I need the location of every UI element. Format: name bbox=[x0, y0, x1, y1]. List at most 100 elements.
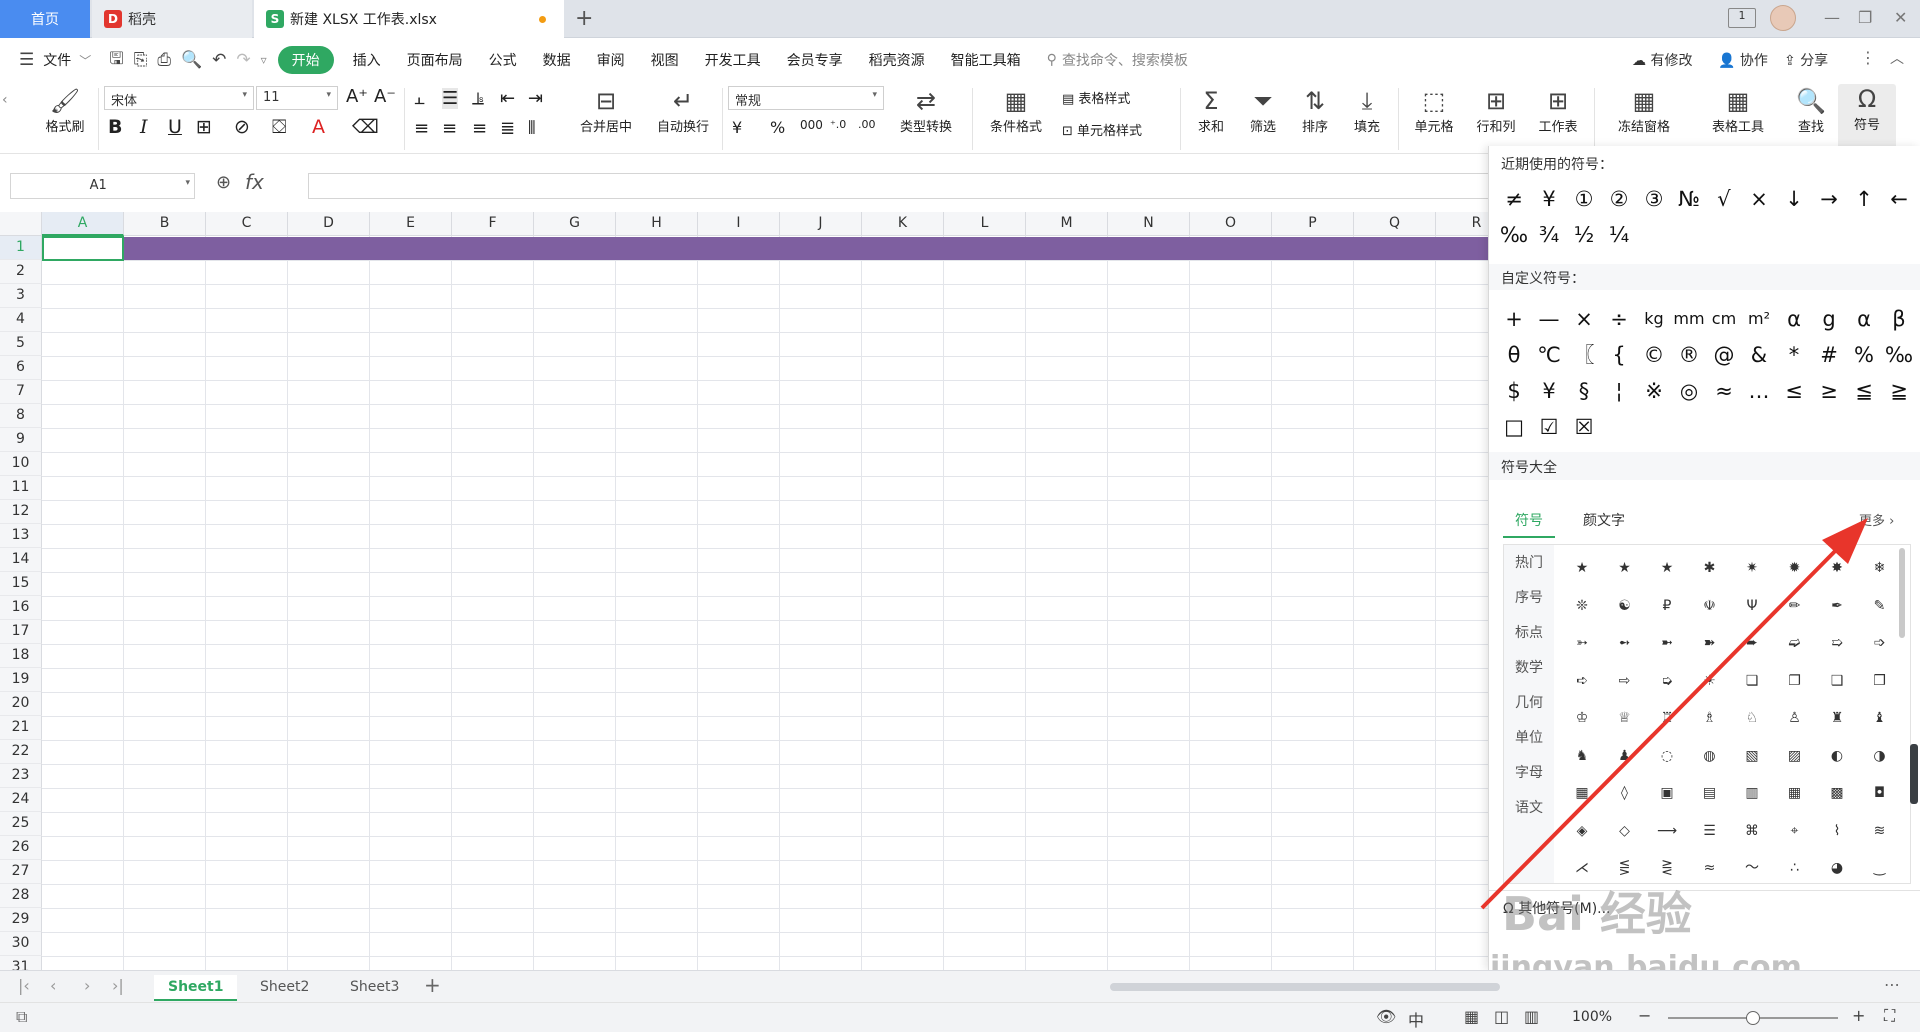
worksheet-button[interactable]: ⊞ 工作表 bbox=[1530, 86, 1586, 135]
symbol-item[interactable]: 〖 bbox=[1567, 338, 1601, 372]
align-right-icon[interactable]: ≡ bbox=[472, 118, 487, 139]
minimize-icon[interactable]: — bbox=[1824, 8, 1840, 27]
row-header[interactable]: 1 bbox=[0, 236, 42, 260]
undo-icon[interactable]: ↶ bbox=[207, 50, 231, 70]
freeze-button[interactable]: ▦ 冻结窗格 bbox=[1606, 86, 1682, 135]
column-header[interactable]: F bbox=[452, 212, 534, 236]
menu-data[interactable]: 数据 bbox=[530, 50, 584, 70]
zoom-level[interactable]: 100% bbox=[1572, 1009, 1612, 1025]
row-header[interactable]: 21 bbox=[0, 716, 42, 740]
side-toolbar-handle[interactable] bbox=[1910, 744, 1918, 804]
symbol-item[interactable]: ☑ bbox=[1532, 410, 1566, 444]
symbol-item[interactable]: ≠ bbox=[1497, 182, 1531, 216]
sheet-tab-2[interactable]: Sheet2 bbox=[246, 975, 323, 1001]
menu-formula[interactable]: 公式 bbox=[476, 50, 530, 70]
symbol-item[interactable]: ≧ bbox=[1882, 374, 1916, 408]
font-name-select[interactable]: 宋体 ▾ bbox=[104, 86, 254, 110]
align-bottom-icon[interactable]: ⫡ bbox=[472, 88, 484, 109]
new-tab-button[interactable]: + bbox=[575, 6, 593, 31]
hamburger-icon[interactable]: ☰ bbox=[14, 50, 39, 70]
symbol-item[interactable]: ¥ bbox=[1532, 182, 1566, 216]
redo-icon[interactable]: ↷ bbox=[231, 50, 255, 70]
row-header[interactable]: 29 bbox=[0, 908, 42, 932]
ribbon-scroll-left-icon[interactable]: ‹ bbox=[2, 92, 8, 108]
name-box[interactable]: A1 ▾ bbox=[10, 173, 195, 199]
symbol-item[interactable]: ‰ bbox=[1497, 218, 1531, 252]
share-button[interactable]: ⇪ 分享 bbox=[1784, 50, 1828, 70]
row-header[interactable]: 10 bbox=[0, 452, 42, 476]
bold-icon[interactable]: B bbox=[108, 116, 122, 138]
column-header[interactable]: O bbox=[1190, 212, 1272, 236]
decrease-indent-icon[interactable]: ⇤ bbox=[500, 88, 515, 109]
menu-home[interactable]: 开始 bbox=[277, 46, 334, 74]
symbol-item[interactable]: { bbox=[1602, 338, 1636, 372]
zoom-in-icon[interactable]: + bbox=[1852, 1006, 1865, 1025]
row-header[interactable]: 19 bbox=[0, 668, 42, 692]
symbol-item[interactable]: ≦ bbox=[1847, 374, 1881, 408]
font-color-icon[interactable]: A bbox=[312, 116, 325, 138]
fullscreen-icon[interactable]: ⛶ bbox=[1884, 1006, 1895, 1026]
prev-sheet-icon[interactable]: ‹ bbox=[50, 976, 56, 995]
page-layout-view-icon[interactable]: ◫ bbox=[1494, 1007, 1509, 1026]
justify-icon[interactable]: ≣ bbox=[500, 118, 515, 139]
quick-access-dropdown-icon[interactable]: ▿ bbox=[256, 53, 272, 67]
symbol-item[interactable]: % bbox=[1847, 338, 1881, 372]
font-size-select[interactable]: 11 ▾ bbox=[256, 86, 338, 110]
row-header[interactable]: 5 bbox=[0, 332, 42, 356]
symbol-item[interactable]: α bbox=[1777, 302, 1811, 336]
symbol-item[interactable]: √ bbox=[1707, 182, 1741, 216]
symbol-item[interactable]: mm bbox=[1672, 302, 1706, 336]
sheet-tab-3[interactable]: Sheet3 bbox=[336, 975, 413, 1001]
row-header[interactable]: 3 bbox=[0, 284, 42, 308]
symbol-item[interactable]: × bbox=[1742, 182, 1776, 216]
macro-icon[interactable]: ⧉ bbox=[16, 1007, 27, 1027]
column-header[interactable]: A bbox=[42, 212, 124, 236]
tab-home[interactable]: 首页 bbox=[0, 0, 90, 38]
italic-icon[interactable]: I bbox=[140, 116, 148, 138]
avatar[interactable] bbox=[1770, 5, 1796, 31]
align-left-icon[interactable]: ≡ bbox=[414, 118, 429, 139]
active-cell[interactable] bbox=[42, 236, 124, 261]
symbol-item[interactable]: → bbox=[1812, 182, 1846, 216]
underline-icon[interactable]: U bbox=[168, 116, 182, 138]
modified-button[interactable]: ☁ 有修改 bbox=[1632, 50, 1692, 70]
conditional-format-button[interactable]: ▦ 条件格式 bbox=[978, 86, 1054, 135]
select-all-corner[interactable] bbox=[0, 212, 42, 236]
menu-insert[interactable]: 插入 bbox=[340, 50, 394, 70]
sheet-tab-1[interactable]: Sheet1 bbox=[154, 975, 238, 1001]
merge-center-button[interactable]: ⊟ 合并居中 bbox=[570, 86, 642, 135]
eye-protection-icon[interactable]: 👁 bbox=[1376, 1007, 1396, 1026]
print-preview-icon[interactable]: 🔍 bbox=[176, 50, 207, 70]
row-header[interactable]: 22 bbox=[0, 740, 42, 764]
row-header[interactable]: 11 bbox=[0, 476, 42, 500]
symbol-item[interactable]: $ bbox=[1497, 374, 1531, 408]
tab-file[interactable]: S 新建 XLSX 工作表.xlsx bbox=[254, 0, 564, 38]
symbol-item[interactable]: ≥ bbox=[1812, 374, 1846, 408]
row-header[interactable]: 23 bbox=[0, 764, 42, 788]
panel-scrollbar[interactable] bbox=[1899, 548, 1905, 638]
symbol-item[interactable]: @ bbox=[1707, 338, 1741, 372]
column-header[interactable]: G bbox=[534, 212, 616, 236]
print-icon[interactable]: ⎙ bbox=[152, 50, 176, 70]
next-sheet-icon[interactable]: › bbox=[84, 976, 90, 995]
window-layout-icon[interactable]: 1 bbox=[1728, 8, 1756, 28]
row-header[interactable]: 20 bbox=[0, 692, 42, 716]
wrap-text-button[interactable]: ↵ 自动换行 bbox=[650, 86, 716, 135]
symbol-item[interactable]: □ bbox=[1497, 410, 1531, 444]
fill-button[interactable]: ⤓ 填充 bbox=[1344, 86, 1390, 135]
symbol-item[interactable]: … bbox=[1742, 374, 1776, 408]
table-tools-button[interactable]: ▦ 表格工具 bbox=[1700, 86, 1776, 135]
symbol-item[interactable]: ☒ bbox=[1567, 410, 1601, 444]
currency-icon[interactable]: ¥ bbox=[732, 118, 742, 137]
column-header[interactable]: C bbox=[206, 212, 288, 236]
menu-member[interactable]: 会员专享 bbox=[774, 50, 856, 70]
column-header[interactable]: L bbox=[944, 212, 1026, 236]
row-header[interactable]: 17 bbox=[0, 620, 42, 644]
symbol-item[interactable]: ← bbox=[1882, 182, 1916, 216]
column-header[interactable]: N bbox=[1108, 212, 1190, 236]
column-header[interactable]: E bbox=[370, 212, 452, 236]
symbol-item[interactable]: β bbox=[1882, 302, 1916, 336]
row-header[interactable]: 13 bbox=[0, 524, 42, 548]
row-header[interactable]: 31 bbox=[0, 956, 42, 970]
number-format-select[interactable]: 常规 ▾ bbox=[728, 86, 884, 110]
